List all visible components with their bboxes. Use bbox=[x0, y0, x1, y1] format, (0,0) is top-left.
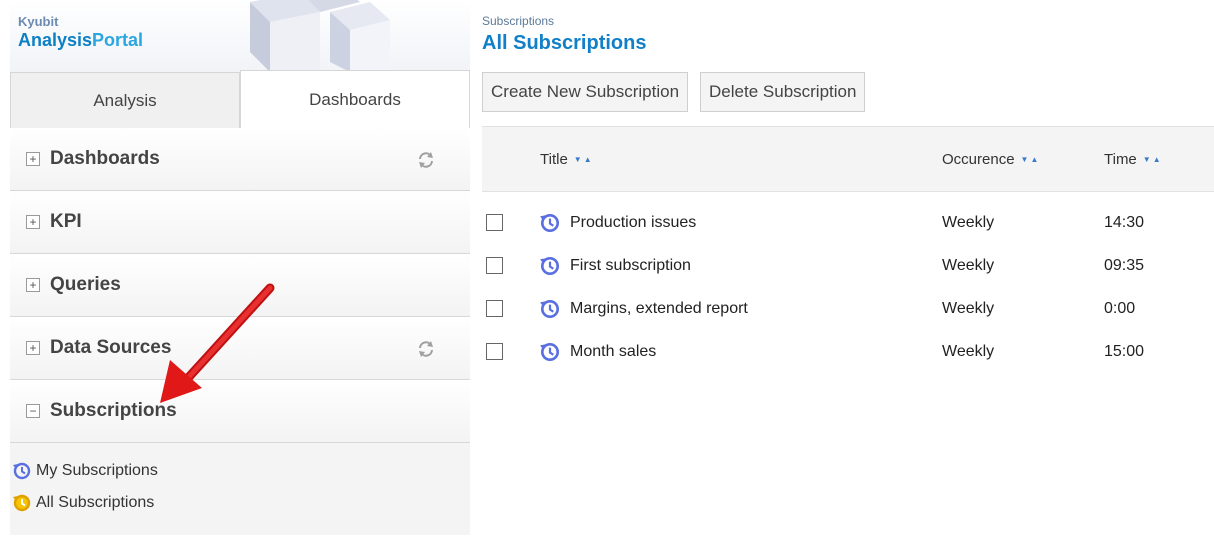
row-occurrence: Weekly bbox=[942, 300, 995, 317]
sort-arrows-icon[interactable]: ▼▲ bbox=[1143, 155, 1163, 164]
row-title[interactable]: First subscription bbox=[570, 257, 691, 275]
row-title[interactable]: Production issues bbox=[570, 214, 696, 232]
refresh-icon[interactable] bbox=[416, 339, 436, 359]
link-label: All Subscriptions bbox=[36, 494, 155, 511]
row-time: 09:35 bbox=[1104, 257, 1145, 274]
section-subscriptions[interactable]: − Subscriptions bbox=[10, 380, 470, 443]
table-row: Margins, extended report Weekly 0:00 bbox=[482, 286, 1214, 330]
tab-dashboards[interactable]: Dashboards bbox=[240, 70, 470, 128]
column-header-time[interactable]: Time ▼▲ bbox=[1104, 151, 1163, 168]
link-all-subscriptions[interactable]: All Subscriptions bbox=[10, 487, 470, 519]
column-header-occurence[interactable]: Occurence ▼▲ bbox=[942, 151, 1040, 168]
section-label: Subscriptions bbox=[50, 400, 177, 421]
expand-toggle[interactable]: + bbox=[26, 278, 40, 292]
company-name: Kyubit bbox=[18, 14, 59, 29]
product-name-part2: Portal bbox=[92, 30, 144, 50]
create-subscription-button[interactable]: Create New Subscription bbox=[482, 72, 689, 112]
refresh-icon[interactable] bbox=[416, 150, 436, 170]
toolbar: Create New Subscription Delete Subscript… bbox=[482, 72, 866, 112]
clock-history-icon bbox=[540, 256, 560, 276]
row-checkbox[interactable] bbox=[486, 257, 503, 274]
left-panel: Kyubit AnalysisPortal Analysis Dashboard… bbox=[0, 0, 470, 537]
column-label: Title bbox=[540, 151, 568, 168]
main-content: Subscriptions All Subscriptions Create N… bbox=[482, 0, 1214, 537]
cubes-logo-icon bbox=[250, 0, 390, 72]
left-tabs: Analysis Dashboards bbox=[10, 70, 470, 128]
row-occurrence: Weekly bbox=[942, 257, 995, 274]
table-row: First subscription Weekly 09:35 bbox=[482, 243, 1214, 287]
row-time: 0:00 bbox=[1104, 300, 1136, 317]
clock-history-icon bbox=[13, 494, 31, 512]
sort-arrows-icon[interactable]: ▼▲ bbox=[574, 155, 594, 164]
expand-toggle[interactable]: + bbox=[26, 341, 40, 355]
subscriptions-submenu: My Subscriptions All Subscriptions bbox=[10, 443, 470, 535]
row-checkbox[interactable] bbox=[486, 214, 503, 231]
section-label: Data Sources bbox=[50, 337, 172, 358]
section-label: KPI bbox=[50, 211, 82, 232]
link-label: My Subscriptions bbox=[36, 462, 158, 479]
sort-arrows-icon[interactable]: ▼▲ bbox=[1021, 155, 1041, 164]
row-occurrence: Weekly bbox=[942, 343, 995, 360]
clock-history-icon bbox=[540, 342, 560, 362]
row-title[interactable]: Margins, extended report bbox=[570, 300, 748, 318]
clock-history-icon bbox=[540, 213, 560, 233]
row-title[interactable]: Month sales bbox=[570, 343, 656, 361]
column-label: Occurence bbox=[942, 151, 1015, 168]
column-header-title[interactable]: Title ▼▲ bbox=[540, 151, 594, 168]
section-dashboards[interactable]: + Dashboards bbox=[10, 128, 470, 191]
tab-analysis[interactable]: Analysis bbox=[10, 72, 240, 128]
delete-subscription-button[interactable]: Delete Subscription bbox=[700, 72, 866, 112]
section-label: Queries bbox=[50, 274, 121, 295]
section-data-sources[interactable]: + Data Sources bbox=[10, 317, 470, 380]
expand-toggle[interactable]: + bbox=[26, 215, 40, 229]
row-time: 14:30 bbox=[1104, 214, 1145, 231]
table-header: Title ▼▲ Occurence ▼▲ Time ▼▲ bbox=[482, 126, 1214, 192]
clock-history-icon bbox=[13, 462, 31, 480]
collapse-toggle[interactable]: − bbox=[26, 404, 40, 418]
row-occurrence: Weekly bbox=[942, 214, 995, 231]
link-my-subscriptions[interactable]: My Subscriptions bbox=[10, 455, 470, 487]
column-label: Time bbox=[1104, 151, 1137, 168]
section-kpi[interactable]: + KPI bbox=[10, 191, 470, 254]
product-name-part1: Analysis bbox=[18, 30, 93, 50]
product-logo[interactable]: AnalysisPortal bbox=[18, 30, 143, 51]
section-queries[interactable]: + Queries bbox=[10, 254, 470, 317]
expand-toggle[interactable]: + bbox=[26, 152, 40, 166]
section-label: Dashboards bbox=[50, 148, 160, 169]
row-checkbox[interactable] bbox=[486, 343, 503, 360]
brand-header: Kyubit AnalysisPortal bbox=[10, 0, 470, 72]
clock-history-icon bbox=[540, 299, 560, 319]
breadcrumb[interactable]: Subscriptions bbox=[482, 14, 554, 28]
accordion: + Dashboards + KPI + Queries + Data Sour… bbox=[10, 128, 470, 535]
page-title: All Subscriptions bbox=[482, 32, 647, 54]
table-row: Production issues Weekly 14:30 bbox=[482, 200, 1214, 244]
row-time: 15:00 bbox=[1104, 343, 1145, 360]
row-checkbox[interactable] bbox=[486, 300, 503, 317]
table-row: Month sales Weekly 15:00 bbox=[482, 329, 1214, 373]
